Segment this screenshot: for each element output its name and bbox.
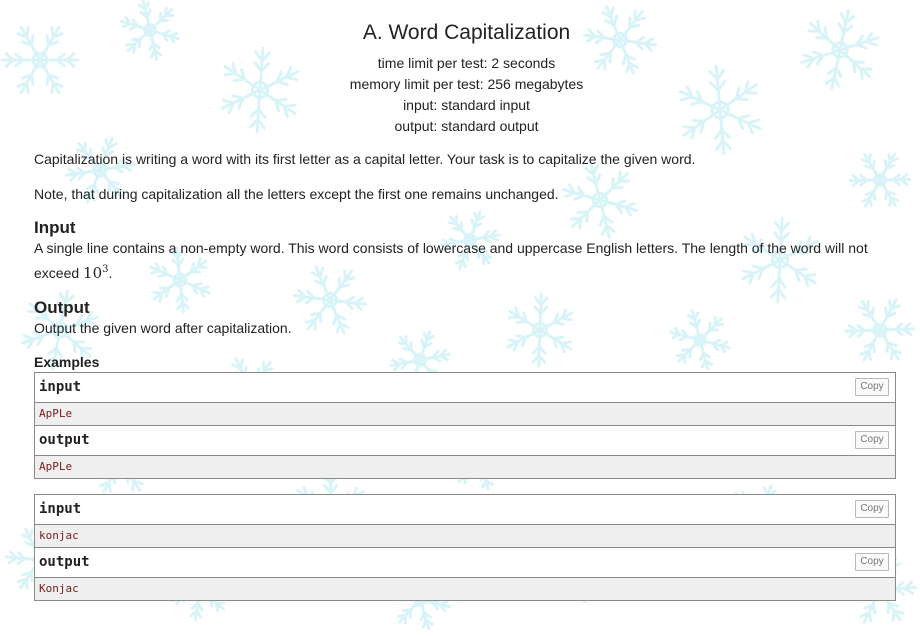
example-2-output[interactable]: Konjac bbox=[35, 578, 895, 600]
input-label: input bbox=[39, 501, 82, 517]
problem-title: A. Word Capitalization bbox=[362, 21, 571, 44]
copy-input-button[interactable]: Copy bbox=[855, 378, 889, 396]
output-file: output: standard output bbox=[394, 118, 539, 134]
output-specification: Output Output the given word after capit… bbox=[34, 298, 899, 339]
input-file: input: standard input bbox=[403, 97, 530, 113]
example-1: input Copy ApPLe output Copy ApPLe bbox=[34, 372, 896, 479]
statement-paragraph-2: Note, that during capitalization all the… bbox=[34, 186, 559, 202]
example-1-output-header: output Copy bbox=[35, 426, 895, 456]
output-label: output bbox=[39, 432, 90, 448]
time-limit: time limit per test: 2 seconds bbox=[377, 55, 556, 71]
input-label: input bbox=[39, 379, 82, 395]
input-specification: Input A single line contains a non-empty… bbox=[34, 218, 899, 284]
input-text-after: . bbox=[108, 265, 113, 281]
copy-output-button[interactable]: Copy bbox=[855, 431, 889, 449]
copy-output-button[interactable]: Copy bbox=[855, 553, 889, 571]
memory-limit: memory limit per test: 256 megabytes bbox=[349, 76, 584, 92]
examples-title: Examples bbox=[34, 354, 100, 370]
input-text-before: A single line contains a non-empty word.… bbox=[34, 240, 868, 281]
problem-header: A. Word Capitalization time limit per te… bbox=[34, 0, 899, 137]
statement-paragraph-1: Capitalization is writing a word with it… bbox=[34, 151, 696, 167]
example-2: input Copy konjac output Copy Konjac bbox=[34, 494, 896, 601]
output-section-title: Output bbox=[34, 298, 90, 317]
output-section-text: Output the given word after capitalizati… bbox=[34, 320, 292, 336]
example-1-input[interactable]: ApPLe bbox=[35, 403, 895, 426]
example-1-input-header: input Copy bbox=[35, 373, 895, 403]
example-2-input-header: input Copy bbox=[35, 495, 895, 525]
output-label: output bbox=[39, 554, 90, 570]
input-section-text: A single line contains a non-empty word.… bbox=[34, 238, 899, 284]
length-limit-math: 103 bbox=[83, 264, 108, 282]
example-2-output-header: output Copy bbox=[35, 548, 895, 578]
copy-input-button[interactable]: Copy bbox=[855, 500, 889, 518]
example-2-input[interactable]: konjac bbox=[35, 525, 895, 548]
math-base: 10 bbox=[83, 264, 103, 282]
problem-statement: A. Word Capitalization time limit per te… bbox=[0, 0, 920, 601]
example-1-output[interactable]: ApPLe bbox=[35, 456, 895, 478]
examples-section: Examples input Copy ApPLe output Copy Ap… bbox=[34, 353, 899, 601]
input-section-title: Input bbox=[34, 218, 76, 237]
